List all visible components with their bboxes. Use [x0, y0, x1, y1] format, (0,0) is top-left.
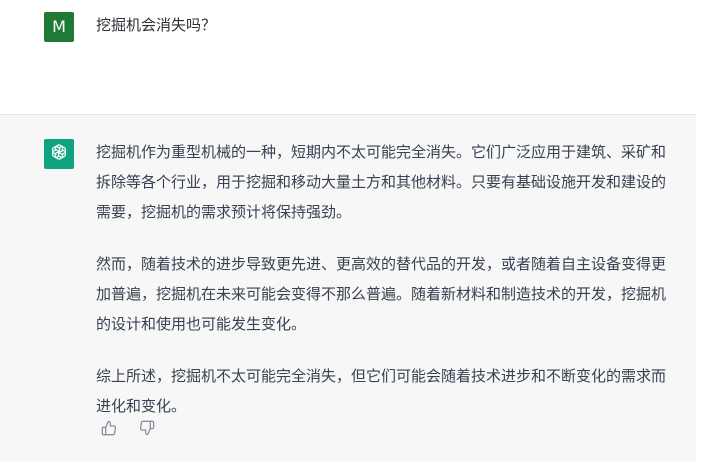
assistant-avatar	[44, 139, 74, 169]
answer-paragraph-1: 挖掘机作为重型机械的一种，短期内不太可能完全消失。它们广泛应用于建筑、采矿和拆除…	[96, 143, 667, 221]
assistant-message-row: 挖掘机作为重型机械的一种，短期内不太可能完全消失。它们广泛应用于建筑、采矿和拆除…	[0, 114, 696, 461]
answer-paragraph-3: 综上所述，挖掘机不太可能完全消失，但它们可能会随着技术进步和不断变化的需求而进化…	[96, 367, 667, 415]
user-message-row: M 挖掘机会消失吗？	[0, 0, 717, 114]
thumbs-down-icon	[139, 420, 155, 440]
answer-paragraph-2: 然而，随着技术的进步导致更先进、更高效的替代品的开发，或者随着自主设备变得更加普…	[96, 255, 667, 333]
thumbs-up-button[interactable]	[100, 420, 118, 440]
user-avatar: M	[44, 12, 74, 42]
page-right-margin	[696, 0, 717, 464]
openai-logo-icon	[49, 142, 69, 166]
assistant-answer: 挖掘机作为重型机械的一种，短期内不太可能完全消失。它们广泛应用于建筑、采矿和拆除…	[96, 137, 678, 443]
thumbs-down-button[interactable]	[138, 420, 156, 440]
feedback-buttons	[100, 420, 156, 440]
thumbs-up-icon	[101, 420, 117, 440]
user-message-text: 挖掘机会消失吗？	[96, 16, 217, 34]
